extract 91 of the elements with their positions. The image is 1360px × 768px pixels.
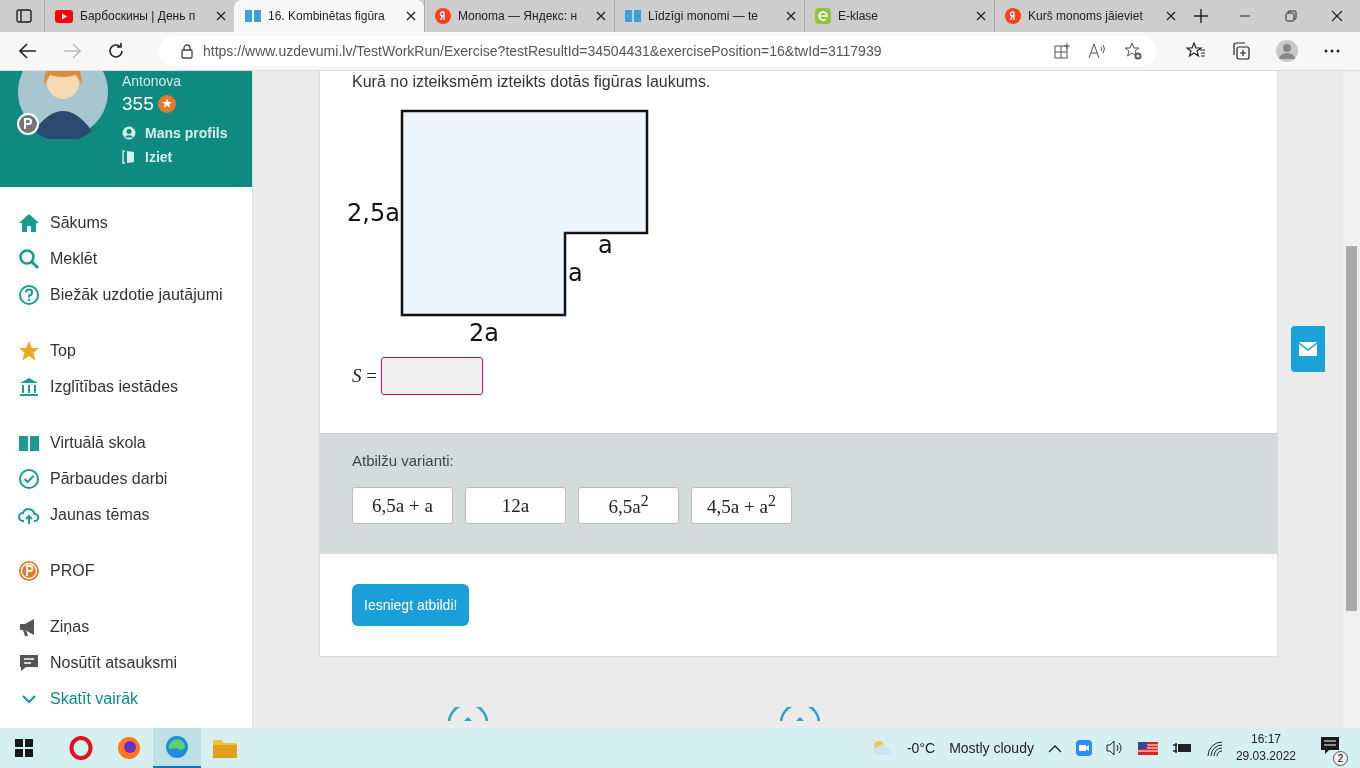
scrollbar[interactable] [1343,71,1360,728]
feedback-button[interactable] [1291,326,1325,372]
star-badge-icon [157,95,176,113]
answer-label: S = [352,365,377,387]
e-logo-icon [815,8,831,24]
letter-logo-icon [435,8,451,24]
back-icon[interactable] [19,43,37,59]
book-icon [625,9,641,23]
answer-option[interactable]: 4,5a + a$^{2}$ [691,487,792,524]
weather-text[interactable]: Mostly cloudy [949,740,1034,756]
star-icon [18,340,40,362]
letter-logo-icon [1005,8,1021,24]
split-screen-icon[interactable] [1054,43,1070,59]
question-text: Kurā no izteiksmēm izteikts dotās figūras laukums. [352,72,712,91]
wifi-icon[interactable] [1205,740,1222,756]
sidebar-item[interactable]: Jaunas tēmas [0,497,252,533]
sidebar-item[interactable]: Virtuālā skola [0,425,252,461]
p-badge-icon [17,113,39,135]
comment-icon [18,652,40,674]
new-tab-icon[interactable] [1194,9,1208,23]
avatar-icon [16,71,110,139]
side-label: 2,5a [347,199,400,227]
close-icon[interactable] [1166,11,1176,21]
video-camera-icon[interactable] [1075,740,1092,756]
address-bar[interactable]: https://www.uzdevumi.lv/TestWorkRun/Exercise?testResultId=34504431&exercisePosition=16&twId=3117939 [159,36,1156,66]
speaker-icon[interactable] [1105,740,1124,756]
close-icon[interactable] [786,11,796,21]
collections-icon[interactable] [1232,42,1250,60]
fox-logo-icon [117,736,141,760]
chevron-up-icon[interactable] [1047,743,1062,753]
close-icon[interactable] [216,11,226,21]
circle-arrow-icon[interactable] [447,707,489,721]
answer-option[interactable]: 6,5a$^{2}$ [578,487,679,524]
sidebar-item[interactable]: Ziņas [0,609,252,645]
sidebar-item[interactable]: Nosūtīt atsauksmi [0,645,252,681]
read-aloud-icon[interactable] [1088,43,1106,59]
tab-actions-icon[interactable] [16,8,32,24]
flag-icon[interactable] [1137,741,1158,755]
sidebar-item[interactable]: Top [0,333,252,369]
sidebar-item[interactable]: PROF [0,553,252,589]
sidebar-item[interactable]: Sākums [0,205,252,241]
windows-logo-icon[interactable] [15,739,33,757]
restore-icon[interactable] [1285,10,1297,22]
temperature-text[interactable]: -0°C [906,740,936,756]
browser-tab[interactable]: 16. Kombinētas figūra [234,0,424,32]
home-icon [18,212,40,234]
circle-arrow-icon[interactable] [779,707,821,721]
close-icon[interactable] [406,11,416,21]
side-label: a [598,231,613,259]
close-icon[interactable] [596,11,606,21]
notification-count: 2 [1333,751,1348,766]
help-icon [18,284,40,306]
sidebar-item[interactable]: Meklēt [0,241,252,277]
more-icon[interactable] [1324,49,1340,53]
sidebar-item[interactable]: Skatīt vairāk [0,681,252,717]
close-icon[interactable] [1331,10,1343,22]
side-label: a [568,259,583,287]
favorites-icon[interactable] [1186,42,1206,60]
play-logo-icon [55,9,73,23]
folder-icon [213,738,237,758]
notification-icon[interactable] [1320,736,1340,756]
swirl-logo-icon [165,735,189,759]
answer-field[interactable] [380,357,483,395]
bank-icon [18,376,40,398]
o-logo-icon [69,736,93,760]
side-label: 2a [469,319,499,347]
options-title: Atbilžu varianti: [352,452,455,469]
prof-icon [18,560,40,582]
envelope-icon [1299,342,1317,356]
sidebar-item[interactable]: Izglītības iestādes [0,369,252,405]
search-icon [18,248,40,270]
answer-option[interactable]: 12a [465,487,566,524]
book-icon [245,9,261,23]
battery-plug-icon[interactable] [1171,741,1192,755]
answer-option[interactable]: 6,5a + a [352,487,453,524]
star-plus-icon[interactable] [1124,42,1142,60]
user-icon [122,126,136,140]
user-name: Antonova [122,73,183,91]
lock-icon [181,43,193,59]
door-icon [122,150,136,164]
taskbar-app[interactable] [153,728,201,768]
sidebar-item[interactable]: Biežāk uzdotie jautājumi [0,277,252,313]
refresh-icon[interactable] [107,42,125,60]
url-text: https://www.uzdevumi.lv/TestWorkRun/Exercise?testResultId=34504431&exercisePosition=16&twId=3117939 [203,43,882,59]
close-icon[interactable] [976,11,986,21]
clock-date[interactable]: 29.03.2022 [1235,748,1296,765]
clock-time[interactable]: 16:17 [1250,731,1281,748]
profile-avatar-icon[interactable] [1276,40,1298,62]
sidebar-item[interactable]: Pārbaudes darbi [0,461,252,497]
check-icon [18,468,40,490]
points-count: 355 [122,93,154,115]
